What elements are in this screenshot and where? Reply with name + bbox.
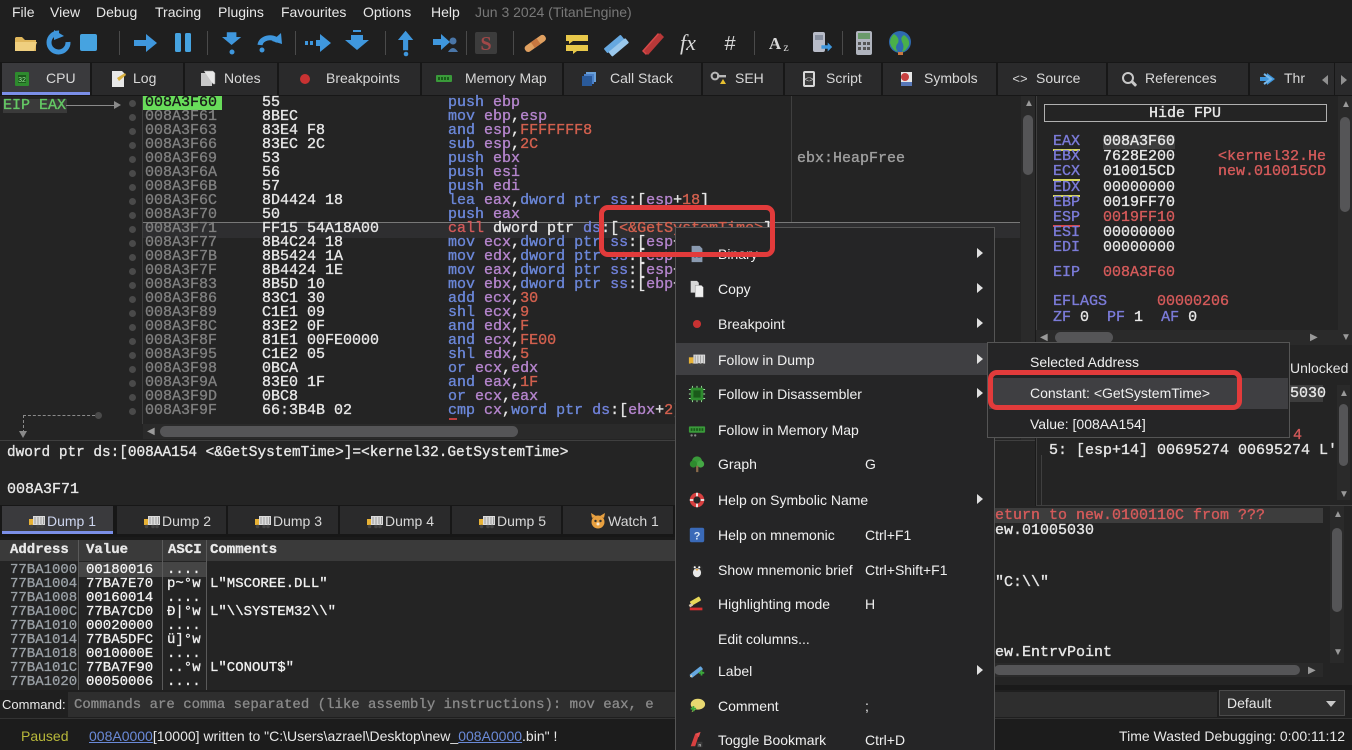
svg-text:z: z <box>783 40 788 54</box>
svg-text:A: A <box>769 34 782 53</box>
svg-text:<>: <> <box>1012 71 1027 86</box>
svg-text:S: S <box>480 33 491 55</box>
svg-text:fx: fx <box>680 30 696 55</box>
svg-text:?: ? <box>694 531 701 543</box>
svg-text:<>: <> <box>804 75 814 84</box>
svg-text:32: 32 <box>18 77 26 84</box>
svg-text:#: # <box>724 33 736 55</box>
